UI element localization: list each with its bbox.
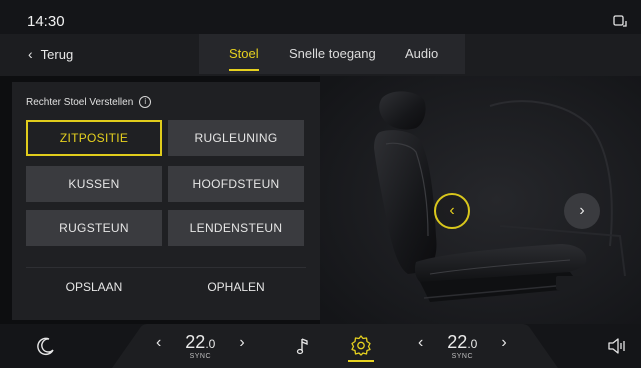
phone-projection-icon[interactable] <box>613 15 627 27</box>
panel-title-text: Rechter Stoel Verstellen <box>26 96 134 108</box>
left-temp-control: ‹ 22.0 SYNC › <box>156 332 245 360</box>
seat-visual: ‹ › <box>320 76 641 324</box>
seat-prev-button[interactable]: ‹ <box>434 193 470 229</box>
music-note-icon[interactable] <box>296 336 310 356</box>
panel-title: Rechter Stoel Verstellen i <box>26 96 152 108</box>
moon-icon[interactable] <box>36 336 56 356</box>
back-button[interactable]: ‹ Terug <box>28 46 73 62</box>
seat-next-button[interactable]: › <box>564 193 600 229</box>
right-temp-int: 22 <box>447 332 468 352</box>
right-temp-control: ‹ 22.0 SYNC › <box>418 332 507 360</box>
hoofdsteun-button[interactable]: HOOFDSTEUN <box>168 166 304 202</box>
left-temp-down-button[interactable]: ‹ <box>156 334 161 352</box>
clock: 14:30 <box>27 13 65 30</box>
divider <box>26 267 306 268</box>
tab-bar: Stoel Snelle toegang Audio <box>199 34 465 74</box>
info-icon[interactable]: i <box>139 96 152 108</box>
right-sync-label: SYNC <box>451 353 474 360</box>
left-temp-dec: .0 <box>205 337 216 351</box>
recall-button[interactable]: OPHALEN <box>168 280 304 298</box>
settings-icon[interactable] <box>350 334 372 356</box>
zitpositie-button[interactable]: ZITPOSITIE <box>26 120 162 156</box>
nav-row: ‹ Terug Stoel Snelle toegang Audio <box>0 34 641 76</box>
rugleuning-button[interactable]: RUGLEUNING <box>168 120 304 156</box>
rugsteun-button[interactable]: RUGSTEUN <box>26 210 162 246</box>
right-temp-dec: .0 <box>467 337 478 351</box>
back-label: Terug <box>40 46 74 62</box>
lendensteun-button[interactable]: LENDENSTEUN <box>168 210 304 246</box>
left-temp-display: 22.0 SYNC <box>179 332 221 360</box>
right-temp-down-button[interactable]: ‹ <box>418 334 423 352</box>
tab-snelle-toegang[interactable]: Snelle toegang <box>289 34 376 74</box>
left-temp-int: 22 <box>185 332 206 352</box>
tab-audio[interactable]: Audio <box>405 34 438 74</box>
status-bar: 14:30 <box>0 0 641 34</box>
save-button[interactable]: OPSLAAN <box>26 280 162 298</box>
volume-icon[interactable] <box>607 337 627 355</box>
climate-bar-shape <box>112 324 558 368</box>
left-sync-label: SYNC <box>189 353 212 360</box>
seat-adjust-panel: Rechter Stoel Verstellen i ZITPOSITIE RU… <box>12 82 320 320</box>
chevron-left-icon: ‹ <box>28 46 33 62</box>
left-temp-up-button[interactable]: › <box>239 334 244 352</box>
right-temp-display: 22.0 SYNC <box>441 332 483 360</box>
kussen-button[interactable]: KUSSEN <box>26 166 162 202</box>
climate-bar: ‹ 22.0 SYNC › ‹ 22.0 SYNC › <box>0 324 641 368</box>
tab-stoel[interactable]: Stoel <box>229 34 259 74</box>
settings-active-indicator <box>348 360 374 362</box>
right-temp-up-button[interactable]: › <box>501 334 506 352</box>
